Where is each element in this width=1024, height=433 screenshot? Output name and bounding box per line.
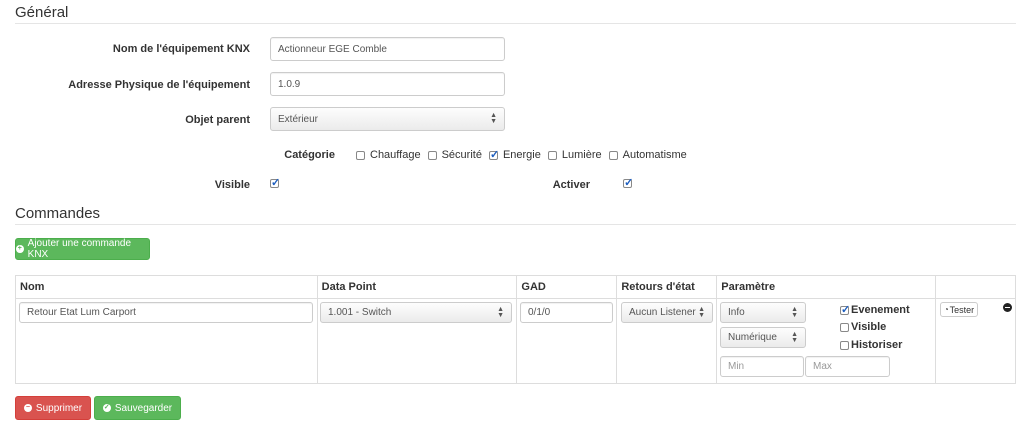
visible-label: Visible xyxy=(214,179,250,191)
equipment-name-label: Nom de l'équipement KNX xyxy=(112,43,250,55)
plus-circle-icon: + xyxy=(16,245,24,253)
select-arrows-icon: ▲ ▼ xyxy=(791,305,798,319)
rss-icon: ◔ xyxy=(943,305,949,314)
category-energie-checkbox[interactable] xyxy=(488,148,499,161)
select-arrows-icon: ▲ ▼ xyxy=(497,305,504,319)
min-input[interactable]: Min xyxy=(720,356,804,377)
subtype-select[interactable]: Numérique ▲ ▼ xyxy=(720,327,806,348)
max-input[interactable]: Max xyxy=(805,356,890,377)
activer-label: Activer xyxy=(552,179,590,191)
remove-command-icon[interactable] xyxy=(1003,303,1012,312)
category-lumiere-checkbox[interactable] xyxy=(547,150,557,160)
commands-section-title: Commandes xyxy=(15,205,101,222)
category-automatisme[interactable]: Automatisme xyxy=(608,149,687,161)
general-section-title: Général xyxy=(15,4,69,21)
gad-input[interactable]: 0/1/0 xyxy=(520,302,613,323)
evenement-option[interactable]: Evenement xyxy=(840,303,910,316)
category-list: Chauffage Sécurité Energie Lumière Autom… xyxy=(356,148,694,161)
select-arrows-icon: ▲ ▼ xyxy=(490,112,497,125)
category-securite-checkbox[interactable] xyxy=(427,150,437,160)
equipment-name-input[interactable]: Actionneur EGE Comble xyxy=(270,37,505,61)
header-actions xyxy=(935,275,1016,299)
parent-object-label: Objet parent xyxy=(185,114,250,126)
parent-object-value: Extérieur xyxy=(278,113,319,125)
header-parametre: Paramètre xyxy=(716,275,937,299)
category-energie[interactable]: Energie xyxy=(488,148,541,161)
historiser-checkbox[interactable] xyxy=(840,340,849,350)
type-select[interactable]: Info ▲ ▼ xyxy=(720,302,806,323)
minus-circle-icon: − xyxy=(23,404,32,412)
command-name-input[interactable]: Retour Etat Lum Carport xyxy=(19,302,313,323)
historiser-option[interactable]: Historiser xyxy=(840,339,902,351)
save-button[interactable]: ✓ Sauvegarder xyxy=(94,396,181,420)
category-securite[interactable]: Sécurité xyxy=(427,149,482,161)
category-automatisme-checkbox[interactable] xyxy=(608,150,618,160)
visible-param-checkbox[interactable] xyxy=(840,322,849,332)
general-divider xyxy=(15,23,1016,24)
category-chauffage-checkbox[interactable] xyxy=(356,150,365,160)
activer-checkbox[interactable] xyxy=(623,176,633,189)
physical-address-label: Adresse Physique de l'équipement xyxy=(68,79,250,91)
header-gad: GAD xyxy=(516,275,618,299)
evenement-checkbox[interactable] xyxy=(840,303,850,316)
commands-divider xyxy=(15,224,1016,225)
retour-etat-select[interactable]: Aucun Listener ▲ ▼ xyxy=(621,302,713,323)
header-nom: Nom xyxy=(15,275,318,299)
add-command-button[interactable]: + Ajouter une commande KNX xyxy=(15,238,150,260)
category-chauffage[interactable]: Chauffage xyxy=(356,149,421,161)
select-arrows-icon: ▲ ▼ xyxy=(791,330,798,344)
test-button[interactable]: ◔ Tester xyxy=(940,302,978,317)
category-lumiere[interactable]: Lumière xyxy=(547,149,602,161)
delete-button[interactable]: − Supprimer xyxy=(15,396,91,420)
data-point-select[interactable]: 1.001 - Switch ▲ ▼ xyxy=(320,302,512,323)
header-data-point: Data Point xyxy=(316,275,518,299)
header-retours: Retours d'état xyxy=(616,275,718,299)
select-arrows-icon: ▲ ▼ xyxy=(698,305,705,319)
physical-address-input[interactable]: 1.0.9 xyxy=(270,72,505,96)
table-header-row: Nom Data Point GAD Retours d'état Paramè… xyxy=(15,275,1016,299)
visible-checkbox[interactable] xyxy=(270,176,280,189)
check-circle-icon: ✓ xyxy=(102,404,111,412)
visible-option[interactable]: Visible xyxy=(840,321,886,333)
category-label: Catégorie xyxy=(284,149,335,161)
parent-object-select[interactable]: Extérieur ▲ ▼ xyxy=(270,107,505,131)
